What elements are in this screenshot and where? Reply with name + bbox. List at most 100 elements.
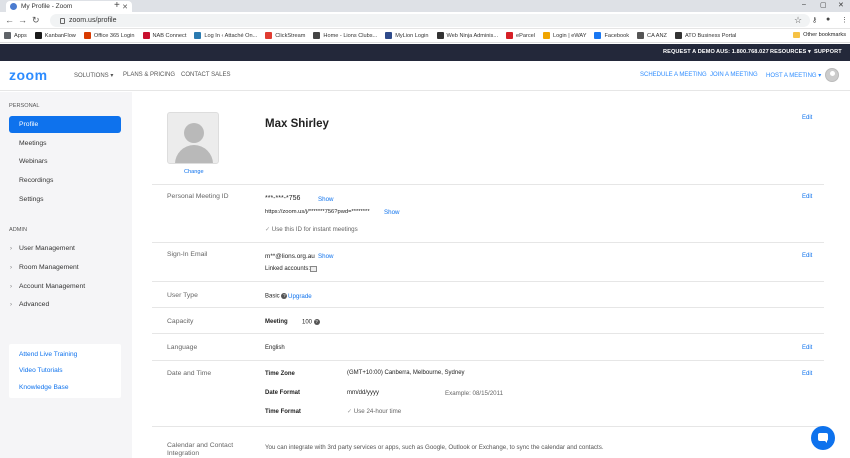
bookmark-item[interactable]: Log In ‹ Attaché On... bbox=[194, 32, 257, 39]
close-window-icon[interactable]: ✕ bbox=[838, 1, 844, 9]
sidebar-item-label: Recordings bbox=[19, 177, 54, 184]
address-toolbar: ← → ↻ zoom.us/profile ☆ ⚷ ● ⋮ bbox=[0, 12, 850, 29]
bookmark-item[interactable]: CA ANZ bbox=[637, 32, 667, 39]
profile-icon[interactable]: ● bbox=[826, 16, 830, 23]
show-pmi-link[interactable]: Show bbox=[318, 196, 333, 203]
new-tab-icon[interactable]: + bbox=[114, 0, 120, 11]
check-icon: ✓ bbox=[347, 409, 353, 415]
bookmark-item[interactable]: Apps bbox=[4, 32, 27, 39]
upgrade-link[interactable]: Upgrade bbox=[288, 293, 312, 300]
bookmark-favicon-icon bbox=[436, 32, 444, 39]
support-link[interactable]: SUPPORT bbox=[814, 49, 842, 55]
check-icon: ✓ bbox=[265, 227, 271, 233]
calendar-integration-text: You can integrate with 3rd party service… bbox=[265, 444, 604, 451]
user-type-label: User Type bbox=[167, 292, 198, 299]
sidebar-item-webinars[interactable]: Webinars bbox=[9, 153, 121, 170]
maximize-icon[interactable]: ▢ bbox=[820, 1, 827, 9]
resources-menu[interactable]: RESOURCES ▾ bbox=[770, 49, 811, 55]
sidebar-item-label: Settings bbox=[19, 196, 44, 203]
profile-photo[interactable] bbox=[167, 112, 219, 164]
bookmark-item[interactable]: KanbanFlow bbox=[34, 32, 76, 39]
edit-email-link[interactable]: Edit bbox=[802, 253, 812, 259]
bookmark-item[interactable]: NAB Connect bbox=[142, 32, 186, 39]
divider bbox=[152, 242, 824, 243]
edit-name-link[interactable]: Edit bbox=[802, 115, 812, 121]
change-photo-link[interactable]: Change bbox=[184, 169, 204, 175]
video-tutorials-link[interactable]: Video Tutorials bbox=[19, 367, 63, 374]
sidebar-item-user-management[interactable]: › User Management bbox=[9, 240, 121, 257]
help-icon[interactable]: ? bbox=[313, 319, 320, 325]
capacity-value: 100 ? bbox=[302, 319, 320, 326]
time-format-text: Use 24-hour time bbox=[353, 408, 402, 415]
sidebar-item-room-management[interactable]: › Room Management bbox=[9, 259, 121, 276]
minimize-icon[interactable]: – bbox=[802, 1, 806, 8]
host-meeting-menu[interactable]: HOST A MEETING ▾ bbox=[766, 72, 821, 79]
zoom-logo[interactable]: zoom bbox=[9, 67, 48, 83]
bookmark-label: Log In ‹ Attaché On... bbox=[204, 32, 258, 39]
bookmark-item[interactable]: Home - Lions Clubs... bbox=[313, 32, 377, 39]
pmi-label: Personal Meeting ID bbox=[167, 193, 229, 200]
back-icon[interactable]: ← bbox=[5, 15, 14, 25]
bookmark-label: ClickStream bbox=[275, 32, 306, 39]
divider bbox=[152, 281, 824, 282]
help-icon[interactable]: ? bbox=[281, 293, 288, 299]
url-bar[interactable]: zoom.us/profile bbox=[50, 14, 810, 27]
sidebar-item-account-management[interactable]: › Account Management bbox=[9, 278, 121, 295]
contact-sales-link[interactable]: CONTACT SALES bbox=[181, 72, 230, 78]
knowledge-base-link[interactable]: Knowledge Base bbox=[19, 384, 69, 391]
solutions-menu[interactable]: SOLUTIONS ▾ bbox=[74, 72, 113, 79]
close-tab-icon[interactable]: ✕ bbox=[122, 3, 128, 11]
profile-main: Change Max Shirley Edit Personal Meeting… bbox=[132, 92, 850, 458]
other-bookmarks[interactable]: Other bookmarks bbox=[793, 32, 846, 38]
menu-icon[interactable]: ⋮ bbox=[841, 16, 848, 24]
bookmark-favicon-icon bbox=[385, 32, 393, 39]
forward-icon[interactable]: → bbox=[18, 15, 27, 25]
bookmark-item[interactable]: eParcel bbox=[506, 32, 535, 39]
join-meeting-link[interactable]: JOIN A MEETING bbox=[710, 72, 758, 78]
edit-date-time-link[interactable]: Edit bbox=[802, 371, 812, 377]
linked-account-icon bbox=[310, 266, 317, 272]
bookmark-item[interactable]: Web Ninja Adminis... bbox=[436, 32, 498, 39]
bookmark-star-icon[interactable]: ☆ bbox=[794, 15, 802, 26]
person-silhouette-icon bbox=[184, 123, 204, 143]
attend-live-training-link[interactable]: Attend Live Training bbox=[19, 351, 77, 358]
edit-language-link[interactable]: Edit bbox=[802, 345, 812, 351]
chevron-right-icon: › bbox=[10, 264, 12, 271]
bookmark-favicon-icon bbox=[142, 32, 150, 39]
key-icon[interactable]: ⚷ bbox=[812, 16, 817, 24]
phone-number: AUS: 1.800.768.027 bbox=[716, 49, 769, 55]
chevron-right-icon: › bbox=[10, 245, 12, 252]
avatar[interactable] bbox=[825, 68, 839, 82]
bookmark-label: Apps bbox=[14, 32, 27, 39]
bookmark-item[interactable]: MyLion Login bbox=[385, 32, 429, 39]
time-format-option[interactable]: ✓ Use 24-hour time bbox=[347, 408, 401, 415]
bookmark-label: Facebook bbox=[604, 32, 630, 39]
sidebar-item-meetings[interactable]: Meetings bbox=[9, 135, 121, 152]
time-zone-value: (GMT+10:00) Canberra, Melbourne, Sydney bbox=[347, 370, 465, 376]
sidebar-item-recordings[interactable]: Recordings bbox=[9, 172, 121, 189]
reload-icon[interactable]: ↻ bbox=[32, 15, 40, 26]
show-pmi-url-link[interactable]: Show bbox=[384, 209, 399, 216]
sidebar-item-profile[interactable]: Profile bbox=[9, 116, 121, 133]
pmi-instant-option[interactable]: ✓ Use this ID for instant meetings bbox=[265, 226, 358, 233]
folder-icon bbox=[793, 32, 801, 38]
bookmark-label: Office 365 Login bbox=[93, 32, 135, 39]
bookmark-item[interactable]: Facebook bbox=[594, 32, 629, 39]
chat-support-button[interactable] bbox=[811, 426, 835, 450]
bookmark-item[interactable]: Office 365 Login bbox=[83, 32, 135, 39]
profile-name: Max Shirley bbox=[265, 118, 329, 130]
schedule-meeting-link[interactable]: SCHEDULE A MEETING bbox=[640, 72, 707, 78]
sidebar-item-advanced[interactable]: › Advanced bbox=[9, 296, 121, 313]
bookmark-item[interactable]: Login | eWAY bbox=[542, 32, 586, 39]
plans-pricing-link[interactable]: PLANS & PRICING bbox=[123, 72, 175, 78]
bookmark-item[interactable]: ATO Business Portal bbox=[674, 32, 736, 39]
show-email-link[interactable]: Show bbox=[318, 253, 333, 260]
sidebar-item-settings[interactable]: Settings bbox=[9, 191, 121, 208]
edit-pmi-link[interactable]: Edit bbox=[802, 194, 812, 200]
bookmark-label: CA ANZ bbox=[647, 32, 667, 39]
request-demo-link[interactable]: REQUEST A DEMO bbox=[663, 49, 715, 55]
bookmark-item[interactable]: ClickStream bbox=[265, 32, 305, 39]
sidebar-item-label: User Management bbox=[19, 245, 75, 252]
bookmark-favicon-icon bbox=[265, 32, 273, 39]
date-format-label: Date Format bbox=[265, 390, 301, 396]
